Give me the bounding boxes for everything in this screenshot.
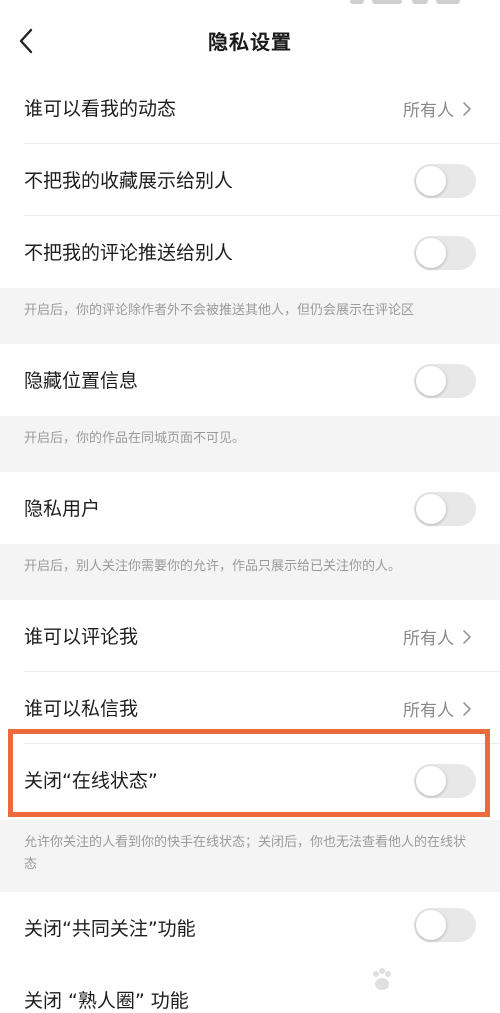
close-online-status-note: 允许你关注的人看到你的快手在线状态；关闭后，你也无法查看他人的在线状态 [0, 820, 500, 892]
who-can-comment-value: 所有人 [403, 624, 472, 649]
private-user-note: 开启后，别人关注你需要你的允许，作品只展示给已关注你的人。 [0, 544, 500, 600]
toggle-knob [416, 166, 446, 196]
hide-comments-toggle[interactable] [414, 236, 476, 270]
hide-comments-note: 开启后，你的评论除作者外不会被推送其他人，但仍会展示在评论区 [0, 288, 500, 344]
private-user-row: 隐私用户 [0, 472, 500, 544]
who-can-see-dynamic-row[interactable]: 谁可以看我的动态 所有人 [0, 72, 500, 144]
chevron-right-icon [463, 629, 471, 644]
toggle-knob [416, 366, 446, 396]
hide-favorites-label: 不把我的收藏展示给别人 [24, 170, 234, 192]
watermark-logo [368, 963, 488, 1007]
status-bar [0, 0, 500, 8]
close-mutual-follow-label: 关闭“共同关注”功能 [24, 918, 196, 940]
who-can-message-row[interactable]: 谁可以私信我 所有人 [0, 672, 500, 744]
close-mutual-follow-row: 关闭“共同关注”功能 [0, 892, 500, 964]
toggle-knob [416, 766, 446, 796]
paw-icon [373, 968, 391, 990]
close-mutual-follow-toggle[interactable] [414, 908, 476, 942]
who-can-message-value: 所有人 [403, 696, 472, 721]
chevron-right-icon [463, 101, 471, 116]
private-user-toggle[interactable] [414, 492, 476, 526]
who-can-see-dynamic-value-text: 所有人 [403, 101, 454, 121]
who-can-comment-row[interactable]: 谁可以评论我 所有人 [0, 600, 500, 672]
close-online-status-row: 关闭“在线状态” [0, 744, 500, 816]
hide-location-row: 隐藏位置信息 [0, 344, 500, 416]
hide-location-note: 开启后，你的作品在同城页面不可见。 [0, 416, 500, 472]
toggle-knob [416, 238, 446, 268]
status-icons [350, 0, 460, 6]
hide-location-label: 隐藏位置信息 [24, 370, 139, 392]
hide-location-toggle[interactable] [414, 364, 476, 398]
close-online-status-label: 关闭“在线状态” [24, 770, 158, 792]
who-can-comment-label: 谁可以评论我 [24, 626, 139, 648]
toggle-knob [416, 910, 446, 940]
who-can-message-label: 谁可以私信我 [24, 698, 139, 720]
private-user-label: 隐私用户 [24, 498, 101, 520]
close-acquaintance-label: 关闭 “熟人圈” 功能 [24, 990, 189, 1012]
hide-favorites-toggle[interactable] [414, 164, 476, 198]
who-can-message-value-text: 所有人 [403, 701, 454, 721]
hide-comments-row: 不把我的评论推送给别人 [0, 216, 500, 288]
hide-favorites-row: 不把我的收藏展示给别人 [0, 144, 500, 216]
toggle-knob [416, 494, 446, 524]
nav-bar: 隐私设置 [0, 8, 500, 72]
hide-comments-label: 不把我的评论推送给别人 [24, 242, 234, 264]
close-online-status-toggle[interactable] [414, 764, 476, 798]
page-title: 隐私设置 [208, 30, 292, 54]
who-can-comment-value-text: 所有人 [403, 629, 454, 649]
chevron-right-icon [463, 701, 471, 716]
who-can-see-dynamic-value: 所有人 [403, 96, 472, 121]
who-can-see-dynamic-label: 谁可以看我的动态 [24, 98, 177, 120]
